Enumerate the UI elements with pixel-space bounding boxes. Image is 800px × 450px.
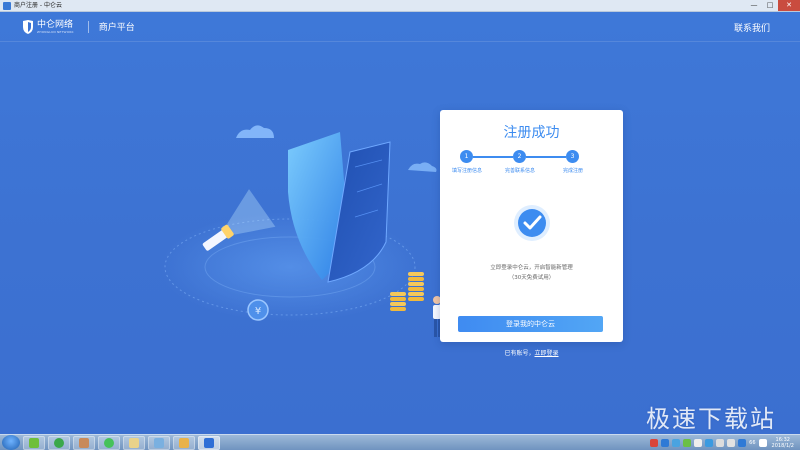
close-button[interactable]: ✕ — [778, 0, 800, 11]
cloud-icon — [408, 162, 437, 172]
tray-app-icon[interactable] — [694, 438, 703, 447]
taskbar-app-avatar[interactable] — [73, 435, 95, 450]
step-1-label: 填写注册信息 — [451, 168, 482, 174]
shield-logo-icon — [23, 19, 33, 34]
step-1-dot: 1 — [460, 150, 473, 163]
success-message: 立即登录中仑云，开启智能新管理 （30天免费试用） — [440, 263, 623, 283]
avatar-icon — [79, 437, 89, 448]
step-connector — [473, 156, 513, 158]
clock-date: 2018/1/2 — [771, 442, 794, 449]
checkmark-icon — [514, 205, 550, 241]
login-cloud-button[interactable]: 登录我的中仑云 — [458, 316, 603, 332]
logo-text: 中仑网络 — [37, 19, 74, 30]
logo-subtext: ZHONGLUN NETWORK — [37, 29, 74, 34]
window-controls: — □ ✕ — [746, 0, 800, 11]
hero-illustration: ¥ — [160, 125, 450, 337]
folder-icon — [129, 437, 139, 448]
login-now-link[interactable]: 立即登录 — [535, 350, 559, 357]
start-button[interactable] — [2, 435, 20, 450]
app-360-icon — [29, 437, 39, 448]
tray-badge: 66 — [749, 439, 756, 446]
app-header: 中仑网络 ZHONGLUN NETWORK 商户平台 联系我们 — [0, 12, 800, 42]
taskbar-app-360[interactable] — [23, 435, 45, 450]
step-2-label: 完善联系信息 — [504, 168, 535, 174]
network-icon[interactable] — [716, 438, 725, 447]
maximize-button[interactable]: □ — [762, 0, 778, 11]
tray-app-icon[interactable] — [683, 438, 692, 447]
platform-label: 商户平台 — [98, 23, 135, 33]
logo: 中仑网络 ZHONGLUN NETWORK — [22, 19, 74, 34]
taskbar: 66 16:32 2018/1/2 — [0, 434, 800, 450]
taskbar-app-gallery[interactable] — [173, 435, 195, 450]
step-3-label: 完成注册 — [562, 168, 583, 174]
tray-app-icon[interactable] — [672, 438, 681, 447]
svg-text:¥: ¥ — [255, 306, 261, 317]
tray-app-icon[interactable] — [705, 438, 714, 447]
watermark-text: 极速下载站 — [646, 405, 776, 433]
flag-icon[interactable] — [758, 438, 767, 447]
app-icon — [3, 1, 11, 10]
step-2-dot: 2 — [513, 150, 526, 163]
system-tray: 66 16:32 2018/1/2 — [650, 435, 800, 450]
step-connector — [526, 156, 566, 158]
window-title: 商户注册 - 中仑云 — [14, 1, 62, 9]
step-indicator: 1 2 3 填写注册信息 完善联系信息 完成注册 — [452, 150, 603, 180]
minimize-button[interactable]: — — [746, 0, 762, 11]
app-window: 中仑网络 ZHONGLUN NETWORK 商户平台 联系我们 ¥ 注册成功 1… — [0, 12, 800, 434]
taskbar-app-browser[interactable] — [48, 435, 70, 450]
shield-app-icon — [204, 437, 214, 448]
message-line-1: 立即登录中仑云，开启智能新管理 — [490, 265, 573, 271]
taskbar-app-zhonglun[interactable] — [198, 435, 220, 450]
volume-icon[interactable] — [727, 438, 736, 447]
window-titlebar: 商户注册 - 中仑云 — □ ✕ — [0, 0, 800, 12]
cloud-icon — [236, 125, 274, 138]
header-divider — [87, 20, 89, 33]
browser-icon — [54, 437, 64, 448]
tray-app-icon[interactable] — [738, 438, 747, 447]
registration-success-card: 注册成功 1 2 3 填写注册信息 完善联系信息 完成注册 立即登录中仑云，开启… — [440, 110, 623, 342]
system-clock[interactable]: 16:32 2018/1/2 — [772, 437, 794, 449]
card-title: 注册成功 — [503, 125, 560, 141]
gallery-icon — [179, 437, 189, 448]
tray-sogou-icon[interactable] — [650, 438, 659, 447]
wechat-icon — [104, 437, 114, 448]
existing-account-text: 已有账号， — [504, 350, 535, 357]
taskbar-app-files[interactable] — [123, 435, 145, 450]
taskbar-app-media[interactable] — [148, 435, 170, 450]
step-3-dot: 3 — [566, 150, 579, 163]
tray-app-icon[interactable] — [661, 438, 670, 447]
message-line-2: （30天免费试用） — [508, 275, 555, 281]
taskbar-app-wechat[interactable] — [98, 435, 120, 450]
contact-link[interactable]: 联系我们 — [734, 21, 770, 34]
existing-account-row: 已有账号，立即登录 — [440, 348, 623, 357]
media-icon — [154, 437, 164, 448]
